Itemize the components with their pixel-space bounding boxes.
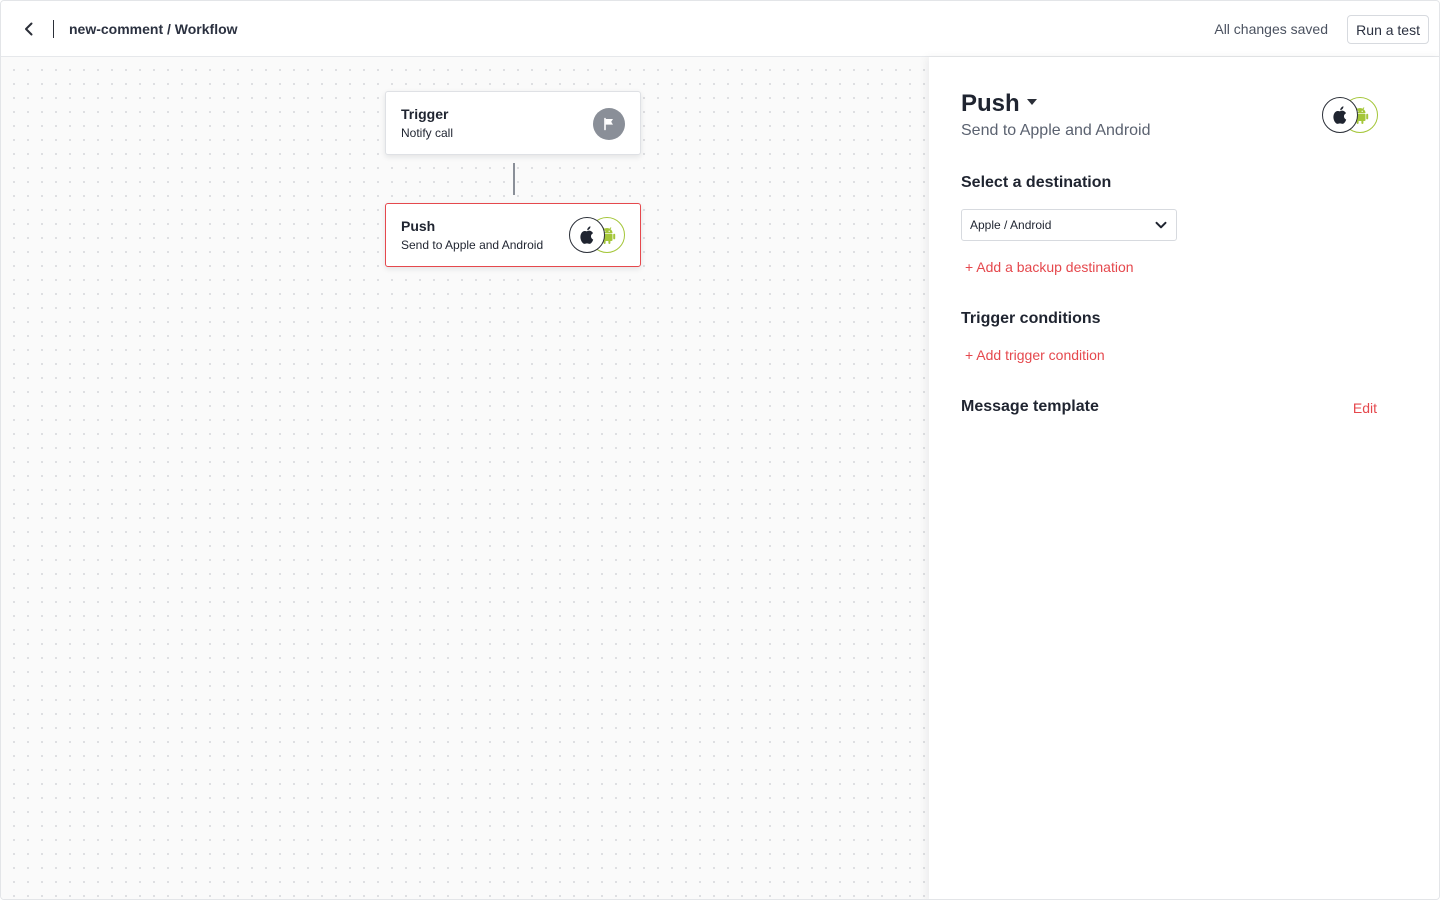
header-divider (53, 20, 54, 38)
top-bar: new-comment / Workflow All changes saved… (1, 1, 1439, 57)
save-status: All changes saved (1214, 21, 1328, 37)
step-settings-panel: Push Send to Apple and Android Select a … (929, 57, 1439, 899)
node-title: Push (401, 218, 436, 234)
destination-select-value: Apple / Android (970, 218, 1052, 232)
edit-template-link[interactable]: Edit (1353, 399, 1377, 417)
chevron-down-icon (1155, 221, 1167, 229)
flag-icon (593, 108, 625, 140)
back-button[interactable] (15, 15, 43, 43)
apple-icon (1322, 97, 1358, 133)
add-backup-destination-link[interactable]: + Add a backup destination (965, 258, 1134, 276)
destination-select[interactable]: Apple / Android (961, 209, 1177, 241)
chevron-left-icon (25, 22, 33, 36)
workflow-canvas[interactable]: Trigger Notify call Push Send to Apple a… (1, 57, 929, 899)
breadcrumb: new-comment / Workflow (69, 21, 238, 37)
platform-icons (1322, 97, 1378, 133)
node-subtitle: Send to Apple and Android (401, 238, 544, 252)
node-title: Trigger (401, 106, 449, 122)
app-window: new-comment / Workflow All changes saved… (0, 0, 1440, 900)
add-trigger-condition-link[interactable]: + Add trigger condition (965, 346, 1105, 364)
panel-title: Push (961, 90, 1020, 117)
caret-down-icon[interactable] (1027, 99, 1037, 105)
node-subtitle: Notify call (401, 126, 454, 140)
apple-icon (569, 217, 605, 253)
message-template-heading: Message template (961, 398, 1099, 415)
panel-subtitle: Send to Apple and Android (961, 122, 1151, 139)
node-connector (513, 163, 515, 195)
platform-icons (569, 217, 625, 253)
trigger-conditions-heading: Trigger conditions (961, 310, 1101, 327)
push-node[interactable]: Push Send to Apple and Android (385, 203, 641, 267)
trigger-node[interactable]: Trigger Notify call (385, 91, 641, 155)
destination-heading: Select a destination (961, 174, 1112, 191)
run-test-button[interactable]: Run a test (1347, 15, 1429, 44)
